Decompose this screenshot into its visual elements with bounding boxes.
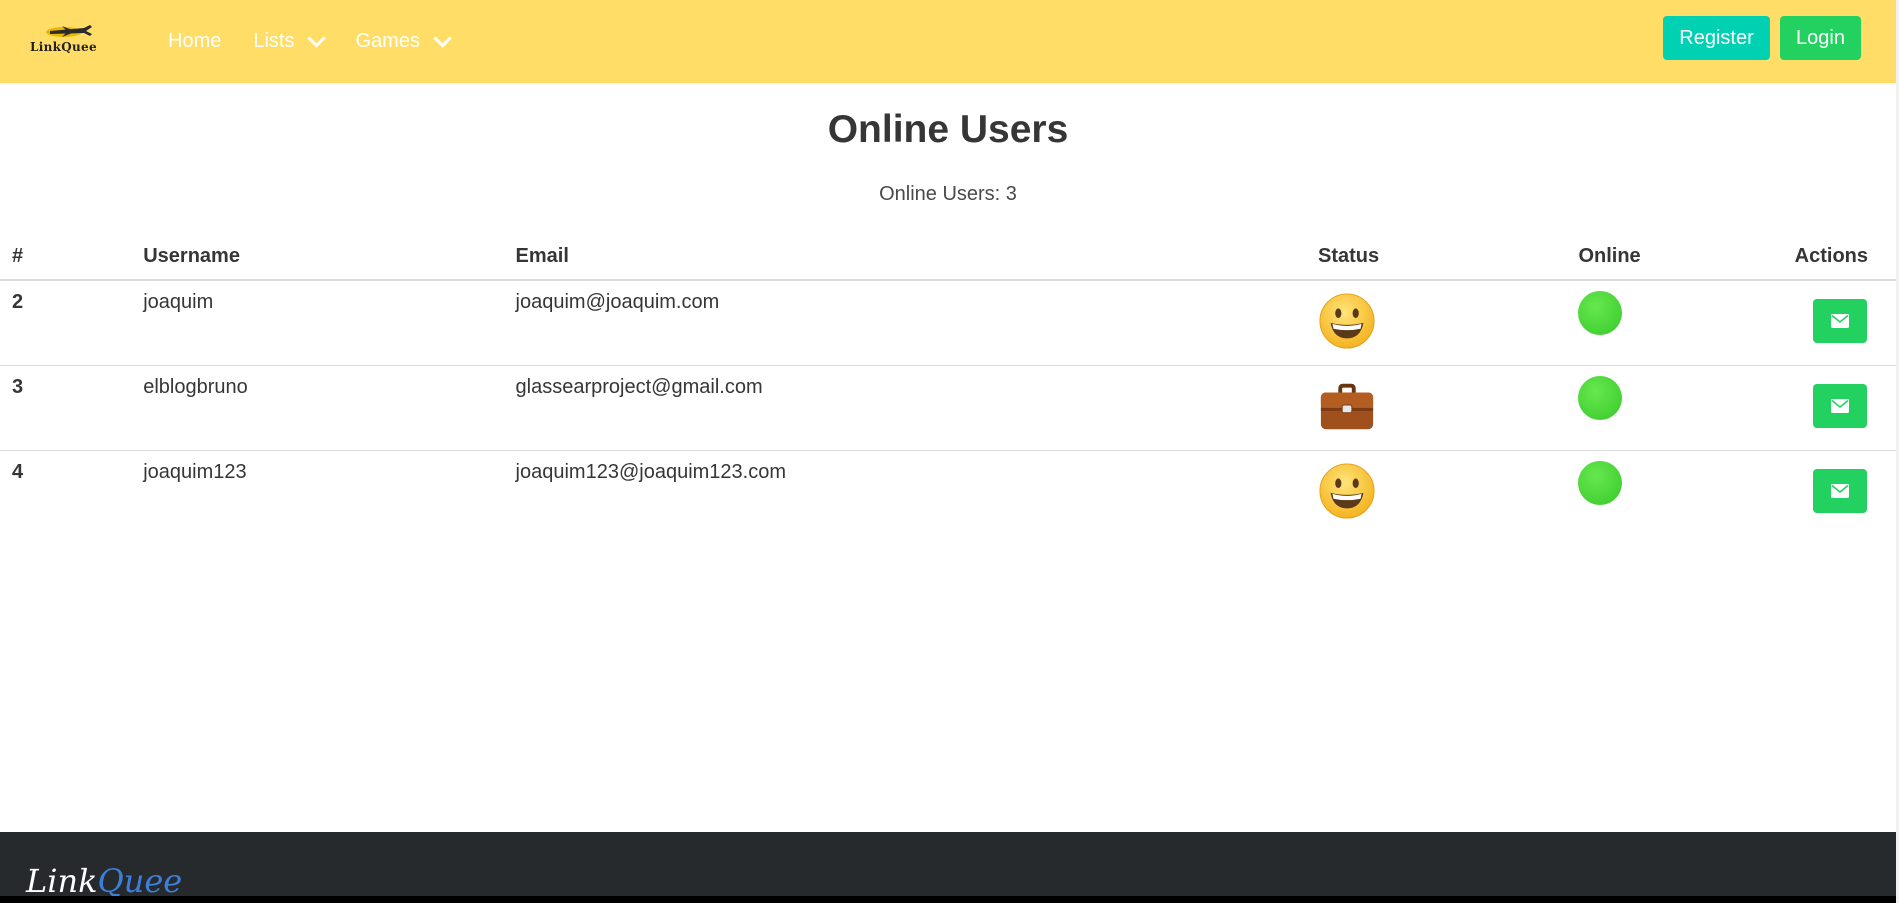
row-status (1306, 280, 1567, 366)
grinning-face-icon (1319, 293, 1375, 349)
header-actions: Actions (1782, 233, 1896, 281)
online-indicator (1578, 291, 1623, 335)
table-header-row: # Username Email Status Online Actions (0, 233, 1896, 281)
row-id: 4 (12, 460, 24, 483)
table-row: 4 joaquim123 joaquim123@joaquim123.com (0, 450, 1896, 535)
chevron-down-icon (307, 29, 327, 48)
row-status (1306, 365, 1567, 451)
navbar: LinkQuee Home Lists Games Register Login (0, 0, 1896, 83)
row-id: 3 (0, 365, 132, 451)
table-row: 3 elblogbruno glassearproject@gmail.com (0, 365, 1896, 451)
row-email: joaquim@joaquim.com (503, 280, 1306, 366)
login-button[interactable]: Login (1780, 16, 1861, 60)
row-email: joaquim123@joaquim123.com (515, 460, 787, 483)
brand-logo[interactable]: LinkQuee (30, 22, 118, 58)
nav-links: Home Lists Games (168, 0, 481, 83)
footer: LinkQuee (0, 832, 1896, 903)
send-message-button[interactable] (1813, 468, 1867, 513)
page-title: Online Users (827, 108, 1069, 151)
row-username: joaquim123 (143, 460, 247, 483)
register-button[interactable]: Register (1663, 16, 1770, 60)
header-id: # (0, 233, 132, 281)
footer-strip (0, 896, 1896, 903)
row-status (1306, 450, 1566, 535)
row-actions (1782, 365, 1896, 451)
header-status: Status (1306, 233, 1567, 281)
header-email: Email (503, 233, 1306, 281)
envelope-icon (1831, 314, 1849, 328)
footer-logo-part2: Quee (97, 862, 183, 900)
footer-logo-part1: Link (26, 862, 98, 900)
briefcase-icon (1320, 383, 1374, 429)
header-username: Username (131, 233, 504, 281)
row-email: glassearproject@gmail.com (503, 365, 1306, 451)
envelope-icon (1831, 483, 1849, 498)
row-username: elblogbruno (131, 365, 504, 451)
row-id: 2 (0, 280, 132, 366)
brand-text: LinkQuee (30, 40, 97, 54)
nav-lists-label: Lists (253, 30, 295, 52)
row-actions (1782, 280, 1896, 366)
nav-buttons: Register Login (1653, 16, 1861, 60)
page: LinkQuee Home Lists Games Register Login (0, 0, 1899, 903)
nav-games-dropdown[interactable]: Games (355, 29, 452, 53)
row-online (1566, 280, 1783, 366)
main-area: LinkQuee Home Lists Games Register Login (0, 0, 1896, 903)
send-message-button[interactable] (1813, 299, 1867, 343)
online-indicator (1578, 460, 1623, 505)
nav-home-label: Home (168, 30, 222, 52)
header-online: Online (1566, 233, 1783, 281)
row-username: joaquim (131, 280, 504, 366)
footer-logo[interactable]: LinkQuee (26, 862, 182, 900)
chevron-down-icon (433, 29, 452, 48)
row-online (1566, 365, 1783, 451)
grinning-face-icon (1319, 462, 1375, 519)
online-users-table: # Username Email Status Online Actions 2… (0, 233, 1896, 535)
nav-home[interactable]: Home (168, 30, 221, 53)
row-online (1566, 450, 1782, 535)
online-indicator (1578, 375, 1623, 420)
table-row: 2 joaquim joaquim@joaquim.com (0, 280, 1896, 366)
send-message-button[interactable] (1813, 383, 1867, 428)
online-users-count: Online Users: 3 (879, 183, 1017, 205)
row-actions (1783, 450, 1896, 535)
envelope-icon (1831, 398, 1849, 413)
nav-lists-dropdown[interactable]: Lists (253, 29, 327, 53)
nav-games-label: Games (355, 30, 420, 52)
